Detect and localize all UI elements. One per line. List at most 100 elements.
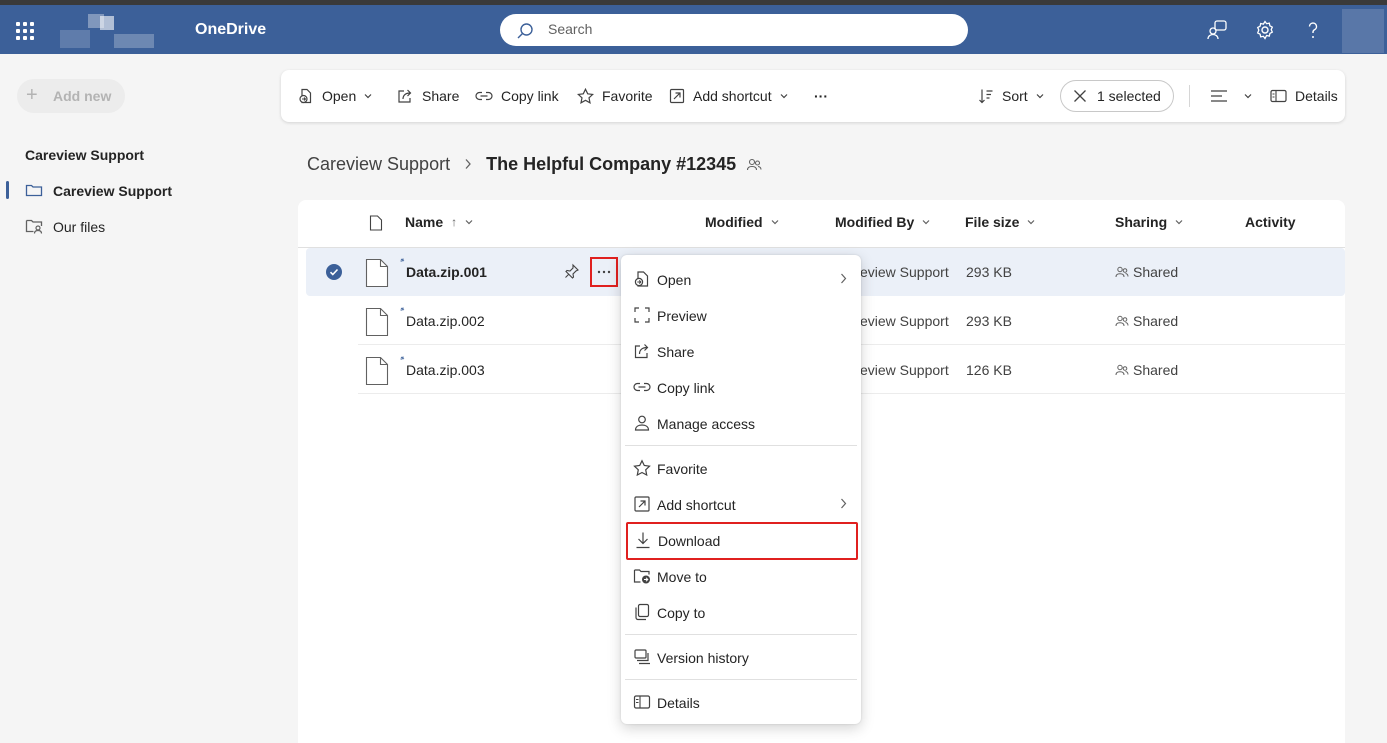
star-icon xyxy=(577,88,594,104)
chevron-down-icon xyxy=(1175,220,1183,225)
chevron-right-icon xyxy=(841,273,847,284)
shared-folder-icon xyxy=(25,219,43,234)
column-header-modified-by[interactable]: Modified By xyxy=(835,214,930,230)
chevron-down-icon xyxy=(465,220,473,225)
copy-icon xyxy=(635,603,650,621)
search-input[interactable] xyxy=(548,21,928,37)
people-icon xyxy=(1115,364,1129,376)
shortcut-icon xyxy=(669,88,685,104)
file-type-icon xyxy=(369,215,383,231)
chevron-right-icon xyxy=(841,498,847,509)
app-launcher-icon[interactable] xyxy=(16,22,34,40)
details-command[interactable]: Details xyxy=(1270,70,1338,122)
move-icon xyxy=(633,569,650,584)
app-name[interactable]: OneDrive xyxy=(195,21,266,39)
open-icon xyxy=(299,88,312,104)
shared-people-icon[interactable] xyxy=(746,158,762,172)
link-icon xyxy=(633,382,651,392)
more-actions-button[interactable] xyxy=(590,257,618,287)
sidebar-item-our-files[interactable]: Our files xyxy=(0,211,280,241)
chevron-down-icon xyxy=(364,94,372,99)
checkmark-icon xyxy=(329,268,339,276)
menu-divider xyxy=(625,679,857,680)
more-commands-button[interactable]: ··· xyxy=(814,70,828,122)
file-name[interactable]: Data.zip.001 xyxy=(406,264,487,280)
ellipsis-icon xyxy=(597,270,611,274)
sort-command[interactable]: Sort xyxy=(978,70,1044,122)
share-command[interactable]: Share xyxy=(397,70,459,122)
open-icon xyxy=(634,271,649,287)
avatar[interactable] xyxy=(1342,9,1384,53)
folder-icon xyxy=(25,184,43,197)
breadcrumb: Careview Support The Helpful Company #12… xyxy=(307,154,762,175)
close-icon xyxy=(1074,90,1086,102)
settings-icon[interactable] xyxy=(1254,19,1276,41)
menu-item-add-shortcut[interactable]: Add shortcut xyxy=(625,486,857,522)
search-box[interactable] xyxy=(500,14,968,46)
modified-by: eview Support xyxy=(860,362,949,378)
sidebar-item-careview-support[interactable]: Careview Support xyxy=(0,175,280,205)
blurred-logo xyxy=(60,10,170,52)
column-header-activity[interactable]: Activity xyxy=(1245,214,1296,230)
chevron-down-icon xyxy=(1244,94,1252,99)
modified-by: eview Support xyxy=(860,264,949,280)
file-name[interactable]: Data.zip.002 xyxy=(406,313,485,329)
feedback-icon[interactable] xyxy=(1206,19,1228,41)
help-icon[interactable] xyxy=(1302,19,1324,41)
sort-icon xyxy=(979,89,993,104)
link-icon xyxy=(475,91,493,101)
add-new-button[interactable]: + Add new xyxy=(17,79,125,113)
details-pane-icon xyxy=(1270,89,1287,103)
menu-item-details[interactable]: Details xyxy=(625,684,857,720)
chevron-right-icon xyxy=(464,154,472,175)
column-header-file-size[interactable]: File size xyxy=(965,214,1035,230)
add-shortcut-command[interactable]: Add shortcut xyxy=(669,70,788,122)
plus-icon: + xyxy=(26,84,38,106)
sharing-status[interactable]: Shared xyxy=(1115,362,1178,378)
menu-item-open[interactable]: Open xyxy=(625,261,857,297)
file-size: 293 KB xyxy=(966,313,1012,329)
menu-item-version-history[interactable]: Version history xyxy=(625,639,857,675)
menu-item-download[interactable]: Download xyxy=(626,522,858,560)
menu-item-preview[interactable]: Preview xyxy=(625,297,857,333)
share-icon xyxy=(634,344,649,359)
file-icon xyxy=(365,307,389,337)
menu-item-share[interactable]: Share xyxy=(625,333,857,369)
menu-item-copy-to[interactable]: Copy to xyxy=(625,594,857,630)
menu-divider xyxy=(625,634,857,635)
modified-by: eview Support xyxy=(860,313,949,329)
active-indicator xyxy=(6,181,9,199)
column-header-name[interactable]: Name ↑ xyxy=(405,214,473,230)
breadcrumb-root[interactable]: Careview Support xyxy=(307,154,450,175)
menu-item-move-to[interactable]: Move to xyxy=(625,558,857,594)
column-header-sharing[interactable]: Sharing xyxy=(1115,214,1183,230)
menu-item-favorite[interactable]: Favorite xyxy=(625,450,857,486)
download-icon xyxy=(636,532,650,549)
shortcut-icon xyxy=(634,496,650,512)
copy-link-command[interactable]: Copy link xyxy=(475,70,559,122)
breadcrumb-current: The Helpful Company #12345 xyxy=(486,154,737,174)
row-checkbox-checked[interactable] xyxy=(326,264,342,280)
pin-icon[interactable] xyxy=(564,263,580,279)
share-icon xyxy=(398,89,412,103)
menu-item-copy-link[interactable]: Copy link xyxy=(625,369,857,405)
chevron-down-icon xyxy=(1028,220,1035,225)
list-view-icon xyxy=(1211,90,1227,102)
history-icon xyxy=(634,649,650,665)
person-icon xyxy=(634,415,650,431)
column-header-modified[interactable]: Modified xyxy=(705,214,779,230)
preview-icon xyxy=(634,307,650,323)
menu-item-manage-access[interactable]: Manage access xyxy=(625,405,857,441)
file-icon xyxy=(365,356,389,386)
file-size: 293 KB xyxy=(966,264,1012,280)
chevron-down-icon xyxy=(1036,94,1044,99)
clear-selection-button[interactable]: 1 selected xyxy=(1060,80,1174,112)
file-name[interactable]: Data.zip.003 xyxy=(406,362,485,378)
sharing-status[interactable]: Shared xyxy=(1115,313,1178,329)
open-command[interactable]: Open xyxy=(298,70,372,122)
sort-ascending-icon: ↑ xyxy=(451,215,458,229)
view-options-button[interactable] xyxy=(1210,70,1252,122)
favorite-command[interactable]: Favorite xyxy=(577,70,653,122)
sharing-status[interactable]: Shared xyxy=(1115,264,1178,280)
toolbar-divider xyxy=(1189,85,1190,107)
